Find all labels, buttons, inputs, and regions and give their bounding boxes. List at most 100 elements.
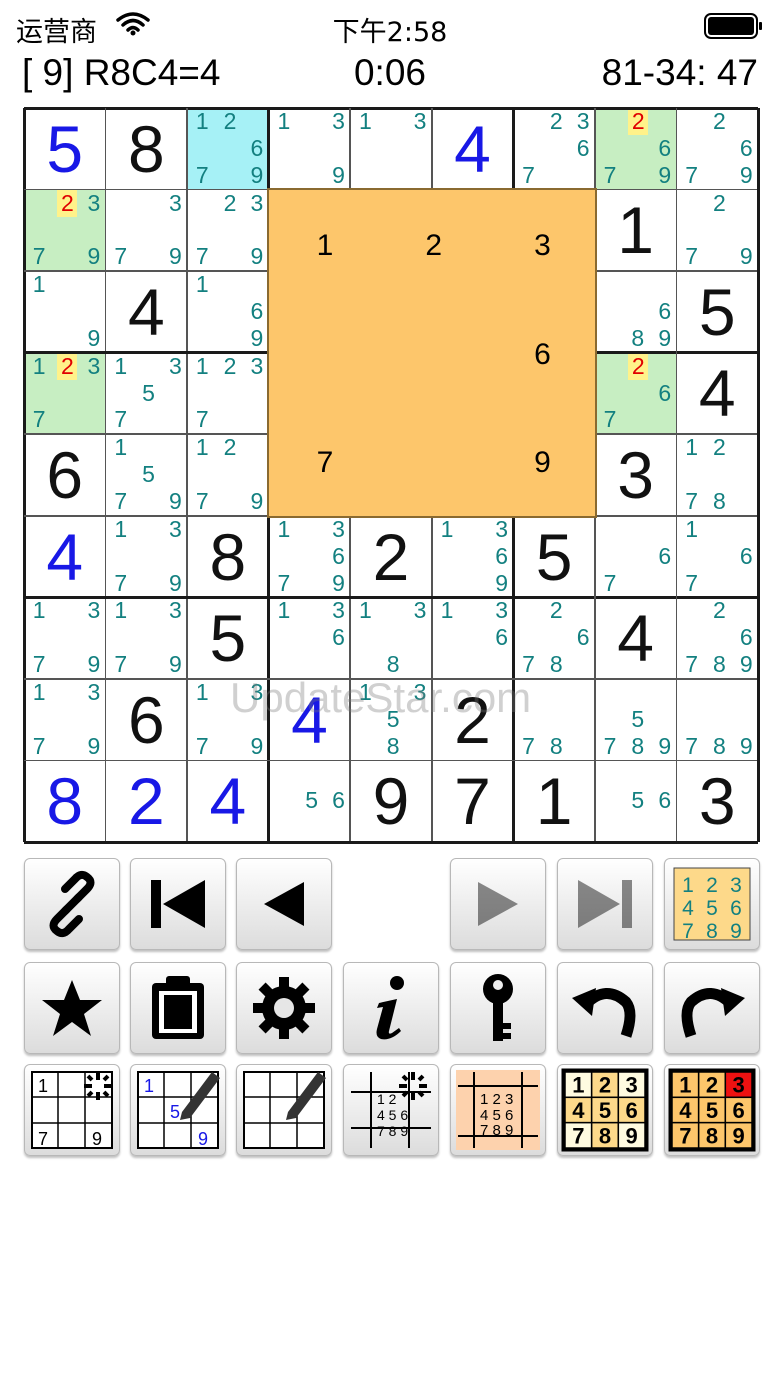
keypad-orange-button[interactable]: 123 456 789 [664,1064,760,1156]
grid-cell[interactable]: 136 [269,597,351,679]
picker-digit[interactable]: 7 [285,423,365,503]
grid-cell[interactable]: 689 [595,271,677,353]
grid-cell[interactable]: 4 [187,760,269,842]
candidates-grid-button[interactable]: 123 456 789 [664,858,760,950]
grid-cell[interactable]: 78 [513,679,595,761]
redo-button[interactable] [664,962,760,1054]
grid-cell[interactable]: 1 [595,190,677,272]
grid-cell[interactable]: 12679 [187,108,269,190]
undo-button[interactable] [557,962,653,1054]
grid-cell[interactable]: 56 [595,760,677,842]
entered-digit: 2 [127,764,165,839]
grid-cell[interactable]: 2679 [594,108,677,190]
grid-cell[interactable]: 1379 [106,597,188,679]
grid-cell[interactable]: 6 [24,434,106,516]
grid-cell[interactable]: 167 [676,516,758,598]
next-step-button[interactable] [450,858,546,950]
link-button[interactable] [24,858,120,950]
grid-cell[interactable]: 1 358 [350,679,432,761]
grid-cell[interactable]: 2679 [676,108,758,190]
hint-key-button[interactable] [450,962,546,1054]
grid-cell[interactable]: 8 [187,516,269,598]
info-button[interactable] [343,962,439,1054]
sudoku-grid[interactable]: 5812679139134236726792679237937923791279… [22,106,760,844]
grid-cell[interactable]: 789 [676,679,758,761]
grid-cell[interactable]: 8 [106,108,188,190]
grid-cell[interactable]: 5 [513,516,595,598]
given-digit: 3 [617,437,654,512]
grid-cell[interactable]: 6 [106,679,188,761]
grid-cell[interactable]: 2 [432,679,514,761]
digit-picker-panel[interactable]: 123 6 7 9 [266,187,597,518]
grid-cell[interactable]: 3 [676,760,758,842]
grid-cell[interactable]: 5789 [595,679,677,761]
grid-cell[interactable]: 26789 [676,597,758,679]
settings-gear-icon [253,977,315,1039]
grid-cell[interactable]: 1379 [106,516,188,598]
grid-cell[interactable]: 4 [432,108,514,190]
grid-cell[interactable]: 1369 [432,516,514,598]
keypad-yellow-button[interactable]: 123 456 789 [557,1064,653,1156]
favorite-button[interactable] [24,962,120,1054]
grid-cell[interactable]: 1 36 7 9 [269,516,351,598]
grid-cell[interactable]: 1579 [106,434,188,516]
picker-digit[interactable]: 3 [503,206,583,286]
grid-cell[interactable]: 3 7 9 [106,190,188,272]
grid-cell[interactable]: 9 [350,760,432,842]
star-icon [42,980,102,1036]
grid-cell[interactable]: 4 [595,597,677,679]
picker-digit[interactable]: 6 [503,315,583,395]
grid-cell[interactable]: 56 [269,760,351,842]
settings-button[interactable] [236,962,332,1054]
grid-cell[interactable]: 1237 [24,352,106,435]
picker-digit[interactable]: 1 [285,206,365,286]
grid-cell[interactable]: 1379 [24,597,106,679]
picker-digit[interactable]: 9 [503,423,583,503]
grid-cell[interactable]: 279 [676,190,758,272]
auto-candidates-mode-button[interactable]: 1 7 9 [24,1064,120,1156]
grid-cell[interactable]: 236 7 [513,108,595,190]
grid-cell[interactable]: 136 [432,597,514,679]
first-step-button[interactable] [130,858,226,950]
grid-cell[interactable]: 5 [187,597,269,679]
clipboard-button[interactable] [130,962,226,1054]
pencil-mode-button[interactable] [236,1064,332,1156]
keypad-candidates-button[interactable]: 1 2 3 4 5 6 7 8 9 [450,1064,546,1156]
grid-cell[interactable]: 8 [24,760,106,842]
last-step-button[interactable] [557,858,653,950]
grid-cell[interactable]: 5 [24,108,106,190]
grid-cell[interactable]: 1237 [187,353,269,435]
grid-cell[interactable]: 7 [432,760,514,842]
grid-cell[interactable]: 169 [187,271,269,353]
grid-cell[interactable]: 4 [106,271,188,353]
grid-cell[interactable]: 2 [106,760,188,842]
grid-cell[interactable]: 1379 [187,679,269,761]
candidate-digit: 1 [277,108,291,134]
grid-cell[interactable]: 1 357 [106,353,188,435]
grid-cell[interactable]: 26 7 [594,352,677,435]
picker-digit[interactable]: 2 [394,206,474,286]
grid-cell[interactable]: 2379 [187,190,269,272]
grid-cell[interactable]: 4 [24,516,106,598]
grid-cell[interactable]: 1379 [24,679,106,761]
grid-cell[interactable]: 2 [350,516,432,598]
grid-cell[interactable]: 1 3 9 [269,108,351,190]
given-digit: 8 [127,111,165,186]
grid-cell[interactable]: 67 [595,516,677,598]
grid-cell[interactable]: 1278 [676,434,758,516]
grid-cell[interactable]: 2379 [24,189,106,272]
grid-cell[interactable]: 26 78 [513,597,595,679]
mini-digit: 4 5 6 [377,1107,408,1123]
grid-cell[interactable]: 1 [513,760,595,842]
grid-cell[interactable]: 1 38 [350,597,432,679]
grid-cell[interactable]: 19 [24,271,106,353]
grid-cell[interactable]: 3 [595,434,677,516]
auto-pencil-mode-button[interactable]: 1 2 4 5 6 7 8 9 [343,1064,439,1156]
edit-candidates-mode-button[interactable]: 1 5 9 [130,1064,226,1156]
grid-cell[interactable]: 4 [676,353,758,435]
previous-step-button[interactable] [236,858,332,950]
grid-cell[interactable]: 13 [350,108,432,190]
grid-cell[interactable]: 4 [269,679,351,761]
grid-cell[interactable]: 5 [676,271,758,353]
grid-cell[interactable]: 1279 [187,434,269,516]
